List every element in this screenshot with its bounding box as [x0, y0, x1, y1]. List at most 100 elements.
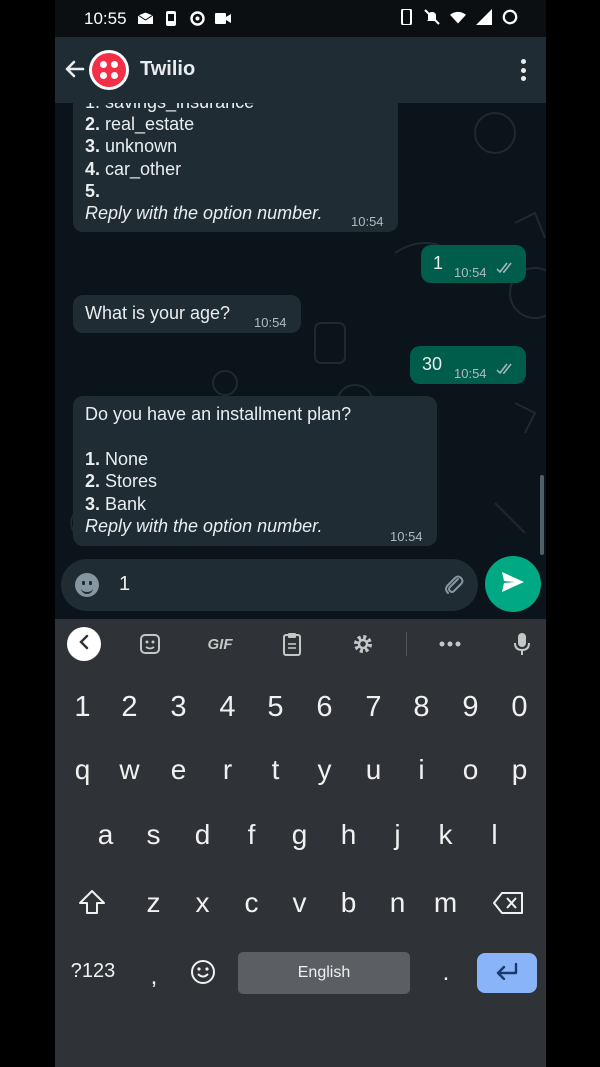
key-u[interactable]: u: [349, 754, 398, 786]
enter-arrow-icon: [494, 962, 520, 985]
key-w[interactable]: w: [105, 754, 154, 786]
soft-keyboard: GIF 1 2 3 4 5 6 7 8 9 0 q w e r t y u i …: [55, 619, 546, 1067]
more-options-icon[interactable]: [438, 631, 462, 657]
key-s[interactable]: s: [129, 819, 178, 851]
battery-icon: [502, 9, 518, 25]
space-bar[interactable]: English: [238, 952, 410, 994]
message-hint: Reply with the option number.: [85, 203, 323, 223]
key-n[interactable]: n: [373, 887, 422, 919]
contact-name[interactable]: Twilio: [140, 58, 195, 81]
message-option: 3. unknown: [85, 136, 178, 156]
gif-button[interactable]: GIF: [203, 631, 237, 657]
message-option: 3. Bank: [85, 494, 147, 514]
key-c[interactable]: c: [227, 887, 276, 919]
mail-icon: [137, 10, 153, 26]
outgoing-message[interactable]: 30 10:54: [410, 346, 526, 384]
key-0[interactable]: 0: [495, 691, 544, 724]
key-8[interactable]: 8: [397, 691, 446, 724]
symbols-key[interactable]: ?123: [63, 960, 123, 983]
key-h[interactable]: h: [324, 819, 373, 851]
key-i[interactable]: i: [397, 754, 446, 786]
phone-screen: 10:55 Twilio 2. real_estate 3. unknown 4…: [55, 0, 546, 1067]
incoming-message[interactable]: What is your age? 10:54: [73, 295, 301, 333]
keyboard-collapse-button[interactable]: [67, 627, 101, 661]
key-l[interactable]: l: [470, 819, 519, 851]
key-v[interactable]: v: [275, 887, 324, 919]
message-input-box[interactable]: 1: [61, 559, 478, 611]
key-t[interactable]: t: [251, 754, 300, 786]
key-a[interactable]: a: [81, 819, 130, 851]
key-1[interactable]: 1: [58, 691, 107, 724]
message-hint: Reply with the option number.: [85, 516, 323, 536]
keyboard-toolbar: GIF: [55, 619, 546, 669]
overflow-menu-icon[interactable]: [520, 59, 526, 81]
message-text: Do you have an installment plan?: [85, 404, 352, 424]
key-k[interactable]: k: [421, 819, 470, 851]
key-j[interactable]: j: [373, 819, 422, 851]
message-time: 10:54: [454, 366, 487, 381]
scrollbar-thumb[interactable]: [540, 475, 544, 555]
message-time: 10:54: [454, 265, 487, 280]
key-7[interactable]: 7: [349, 691, 398, 724]
message-option: 4. car_other: [85, 159, 182, 179]
mute-icon: [424, 9, 440, 25]
sticker-icon[interactable]: [137, 631, 163, 657]
back-arrow-icon[interactable]: [61, 55, 89, 83]
key-z[interactable]: z: [129, 887, 178, 919]
status-bar: 10:55: [55, 0, 546, 37]
enter-key[interactable]: [477, 953, 537, 993]
read-receipt-icon: [496, 360, 516, 383]
key-x[interactable]: x: [178, 887, 227, 919]
key-d[interactable]: d: [178, 819, 227, 851]
message-option: 2. Stores: [85, 471, 158, 491]
comma-key[interactable]: ,: [129, 963, 179, 991]
message-time: 10:54: [390, 529, 423, 544]
key-b[interactable]: b: [324, 887, 373, 919]
key-5[interactable]: 5: [251, 691, 300, 724]
video-icon: [215, 10, 231, 26]
attach-icon[interactable]: [442, 573, 466, 597]
incoming-message[interactable]: Do you have an installment plan? 1. None…: [73, 396, 437, 546]
key-9[interactable]: 9: [446, 691, 495, 724]
send-button[interactable]: [485, 556, 541, 612]
sync-icon: [189, 10, 205, 26]
phone-status-icon: [163, 10, 179, 26]
period-key[interactable]: .: [421, 959, 471, 987]
send-icon: [501, 571, 525, 598]
key-m[interactable]: m: [421, 887, 470, 919]
message-time: 10:54: [254, 315, 287, 330]
toolbar-divider: [406, 632, 407, 656]
key-3[interactable]: 3: [154, 691, 203, 724]
key-2[interactable]: 2: [105, 691, 154, 724]
key-g[interactable]: g: [275, 819, 324, 851]
settings-gear-icon[interactable]: [351, 631, 375, 657]
message-list[interactable]: 1. savings_insurance 2. real_estate 3. u…: [55, 103, 546, 559]
key-e[interactable]: e: [154, 754, 203, 786]
message-input[interactable]: 1: [119, 573, 130, 596]
incoming-message[interactable]: 1. savings_insurance 2. real_estate 3. u…: [73, 103, 398, 232]
clipboard-icon[interactable]: [280, 631, 304, 657]
outgoing-message[interactable]: 1 10:54: [421, 245, 526, 283]
read-receipt-icon: [496, 259, 516, 282]
emoji-icon[interactable]: [75, 573, 99, 597]
vibrate-icon: [398, 9, 414, 25]
key-q[interactable]: q: [58, 754, 107, 786]
key-f[interactable]: f: [227, 819, 276, 851]
message-time: 10:54: [351, 214, 384, 229]
status-time: 10:55: [84, 9, 127, 28]
key-p[interactable]: p: [495, 754, 544, 786]
key-r[interactable]: r: [203, 754, 252, 786]
shift-key[interactable]: [67, 889, 116, 922]
wifi-icon: [450, 9, 466, 25]
contact-avatar[interactable]: [89, 50, 129, 90]
message-option: 2. real_estate: [85, 114, 195, 134]
message-option: 1. savings_insurance: [85, 103, 254, 114]
signal-icon: [476, 9, 492, 25]
key-6[interactable]: 6: [300, 691, 349, 724]
key-y[interactable]: y: [300, 754, 349, 786]
key-o[interactable]: o: [446, 754, 495, 786]
microphone-icon[interactable]: [510, 631, 534, 657]
backspace-icon[interactable]: [483, 890, 532, 922]
key-4[interactable]: 4: [203, 691, 252, 724]
emoji-key-icon[interactable]: [185, 959, 221, 992]
